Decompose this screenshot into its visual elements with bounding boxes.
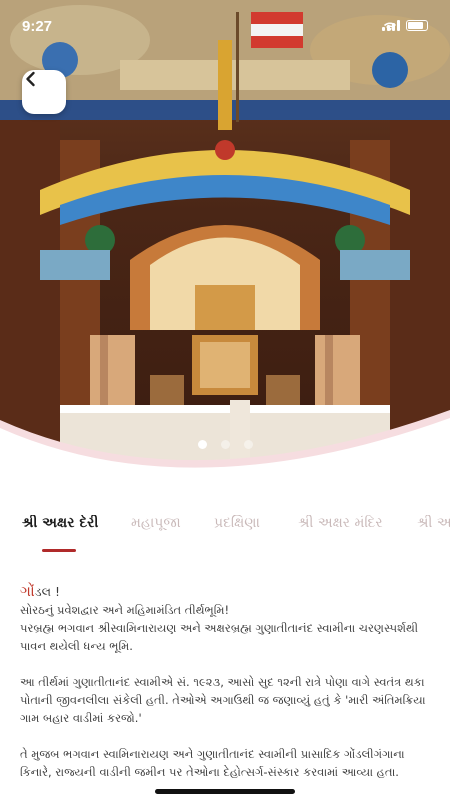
tab-akshar-mandir[interactable]: શ્રી અક્ષર મંદિર [298,515,383,555]
status-bar: 9:27 [0,0,450,44]
carousel-dot[interactable] [197,440,207,449]
tab-pradakshina[interactable]: પ્રદક્ષિણા [214,515,260,555]
paragraph-line: પાવન થયેલી ધન્ય ભૂમિ. [20,639,133,653]
paragraph-line: તે મુજબ ભગવાન સ્વામિનારાયણ અને ગુણાતીતાન… [20,747,405,761]
battery-icon [406,20,428,31]
paragraph-line: આ તીર્થમાં ગુણાતીતાનંદ સ્વામીએ સં. ૧૯૨૩,… [20,675,425,689]
wifi-icon [383,22,397,31]
active-tab-indicator [42,549,76,552]
article-content: ગોંડલ ! સોરઠનું પ્રવેશદ્વાર અને મહિમામંડ… [20,582,432,781]
home-indicator[interactable] [155,789,295,794]
greeting-initial: ગોં [20,582,35,600]
status-icons [382,20,428,31]
tab-mahapuja[interactable]: મહાપૂજા [131,515,181,555]
carousel-dots [0,440,450,449]
carousel-dot[interactable] [243,440,253,449]
chevron-left-icon [26,71,35,87]
paragraph-line: સોરઠનું પ્રવેશદ્વાર અને મહિમામંડિત તીર્થ… [20,603,230,617]
paragraph-line: કિનારે, રાજ્યની વાડીની જમીન પર તેઓના દેહ… [20,765,399,779]
paragraph-line: ગામ બહાર વાડીમાં કરજો.' [20,711,142,725]
tab-more[interactable]: શ્રી અ [417,515,450,555]
curve-separator [0,410,450,500]
greeting: ગોંડલ ! [20,582,432,601]
status-time: 9:27 [22,18,53,35]
paragraph-line: પરબ્રહ્મ ભગવાન શ્રીસ્વામિનારાયણ અને અક્ષ… [20,621,419,635]
carousel-dot[interactable] [220,440,230,449]
paragraph-line: પોતાની જીવનલીલા સંકેલી હતી. તેઓએ અગાઉથી … [20,693,426,707]
greeting-rest: ડલ ! [34,584,61,599]
back-button[interactable] [22,70,66,114]
